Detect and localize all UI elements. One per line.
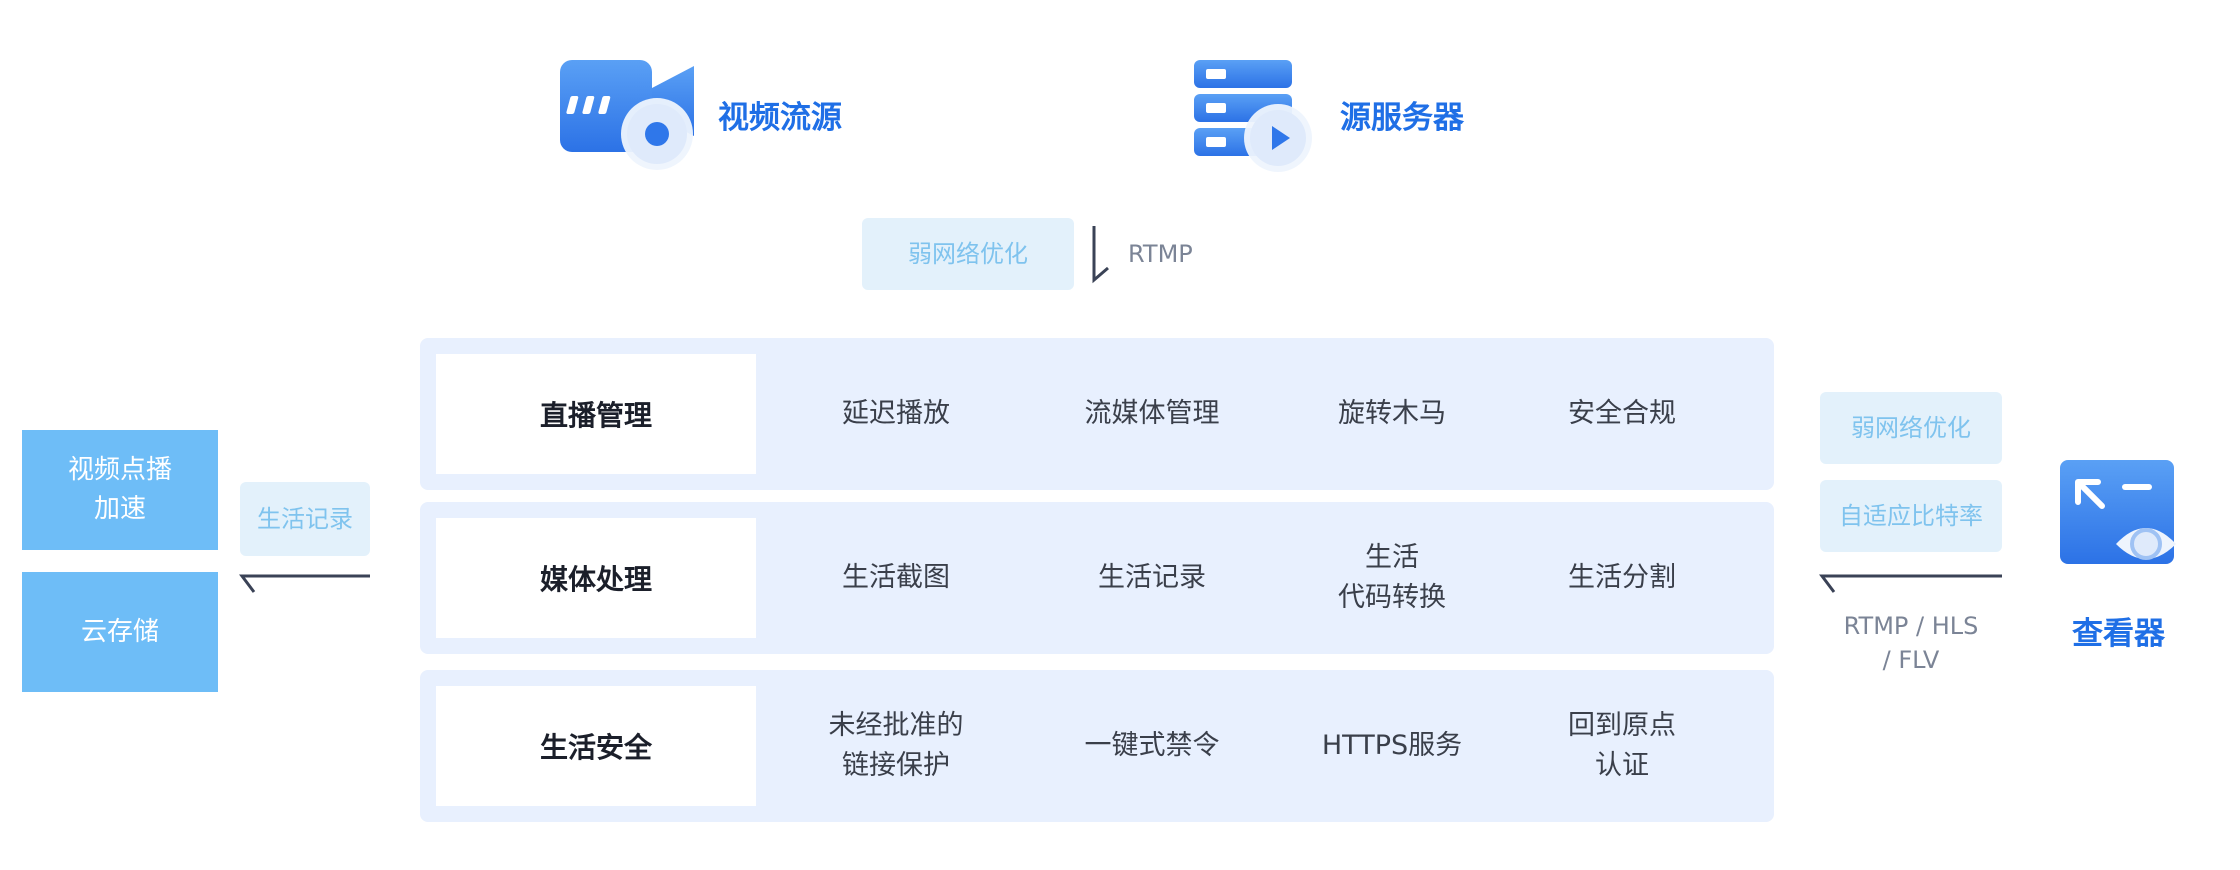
feature-cell: 一键式禁令 [1084, 729, 1220, 761]
feature-cell: 生活记录 [1098, 561, 1206, 593]
viewer-label: 查看器 [2072, 616, 2165, 652]
weak-network-optimization-chip-right: 弱网络优化 [1820, 392, 2002, 464]
viewer-eye-icon [2060, 460, 2176, 564]
origin-server-label: 源服务器 [1340, 100, 1464, 136]
feature-cell: 旋转木马 [1338, 397, 1446, 429]
weak-network-optimization-chip: 弱网络优化 [862, 218, 1074, 290]
vod-acceleration-block: 视频点播 加速 [22, 430, 218, 550]
down-arrow-icon [1092, 226, 1109, 284]
feature-cell: 生活 代码转换 [1338, 541, 1446, 614]
panel-row: 直播管理 延迟播放 流媒体管理 旋转木马 安全合规 [420, 338, 1774, 490]
feature-cell: 延迟播放 [842, 397, 950, 429]
feature-cell: 安全合规 [1568, 397, 1676, 429]
row-heading: 直播管理 [436, 354, 756, 474]
feature-cell: 未经批准的 链接保护 [828, 709, 964, 782]
left-arrow-icon [239, 574, 370, 593]
feature-cell: 生活分割 [1568, 561, 1676, 593]
panel-row: 媒体处理 生活截图 生活记录 生活 代码转换 生活分割 [420, 502, 1774, 654]
feature-cell: HTTPS服务 [1321, 729, 1463, 761]
feature-cell: 回到原点 认证 [1568, 709, 1676, 782]
row-heading: 生活安全 [436, 686, 756, 806]
video-camera-icon [560, 60, 694, 170]
delivery-protocol-label: RTMP / HLS / FLV [1843, 612, 1979, 674]
panel-row: 生活安全 未经批准的 链接保护 一键式禁令 HTTPS服务 回到原点 认证 [420, 670, 1774, 822]
adaptive-bitrate-chip: 自适应比特率 [1820, 480, 2002, 552]
server-play-icon [1194, 60, 1312, 172]
live-streaming-architecture-diagram: 视频流源 源服务器 弱网络优化 RTMP 视频点播 加速 云存储 生活记录 直播… [0, 0, 2240, 870]
left-arrow-icon [1819, 574, 2002, 593]
row-heading: 媒体处理 [436, 518, 756, 638]
ingest-protocol-label: RTMP [1128, 240, 1193, 268]
video-source-label: 视频流源 [718, 100, 842, 136]
feature-cell: 流媒体管理 [1084, 397, 1220, 429]
cloud-storage-block: 云存储 [22, 572, 218, 692]
live-record-chip: 生活记录 [240, 482, 370, 556]
feature-cell: 生活截图 [842, 561, 950, 593]
